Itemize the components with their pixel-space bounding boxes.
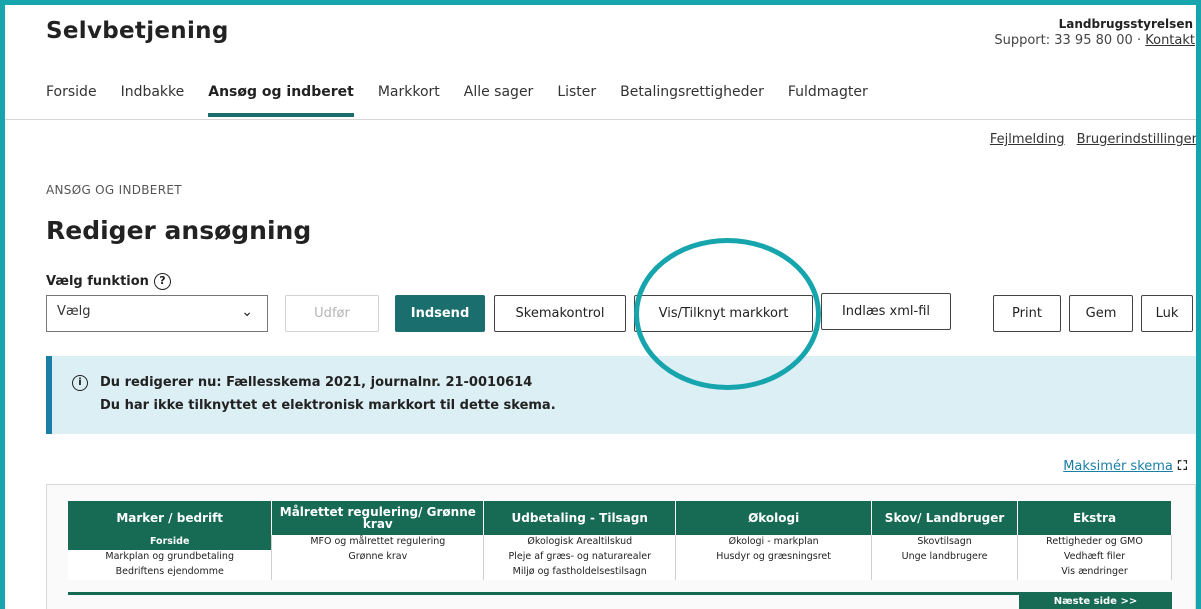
function-select-value: Vælg bbox=[57, 304, 91, 319]
info-editing-text: Du redigerer nu: Fællesskema 2021, journ… bbox=[100, 375, 533, 390]
main-nav: Forside Indbakke Ansøg og indberet Markk… bbox=[46, 84, 892, 118]
close-button[interactable]: Luk bbox=[1141, 295, 1193, 332]
schema-link-rettigheder[interactable]: Rettigheder og GMO bbox=[1018, 535, 1171, 550]
function-label-text: Vælg funktion bbox=[46, 274, 149, 289]
page-title: Rediger ansøgning bbox=[46, 216, 312, 245]
load-xml-button[interactable]: Indlæs xml-fil bbox=[821, 293, 951, 330]
map-link-button[interactable]: Vis/Tilknyt markkort bbox=[634, 295, 813, 332]
schema-col-header-oekologi: Økologi bbox=[675, 501, 873, 535]
function-label: Vælg funktion ? bbox=[46, 273, 171, 290]
schema-link-markplan[interactable]: Markplan og grundbetaling bbox=[68, 550, 271, 565]
nav-item-fuldmagter[interactable]: Fuldmagter bbox=[788, 84, 868, 118]
schema-link-husdyr[interactable]: Husdyr og græsningsret bbox=[676, 550, 871, 565]
breadcrumb: ANSØG OG INDBERET bbox=[46, 183, 182, 197]
schema-col-regulering: MFO og målrettet regulering Grønne krav bbox=[271, 535, 485, 580]
maximize-schema-link[interactable]: Maksimér skema ⛶ bbox=[1063, 459, 1187, 474]
schema-link-oekologi-markplan[interactable]: Økologi - markplan bbox=[676, 535, 871, 550]
execute-button[interactable]: Udfør bbox=[285, 295, 379, 332]
schema-col-marker: Forside Markplan og grundbetaling Bedrif… bbox=[68, 535, 273, 580]
maximize-schema-text: Maksimér skema bbox=[1063, 459, 1173, 474]
nav-item-lister[interactable]: Lister bbox=[557, 84, 596, 118]
next-page-button[interactable]: Næste side >> bbox=[1019, 595, 1172, 609]
error-report-link[interactable]: Fejlmelding bbox=[990, 132, 1065, 147]
schema-link-unge-landbrugere[interactable]: Unge landbrugere bbox=[872, 550, 1017, 565]
schema-link-vedhaeft[interactable]: Vedhæft filer bbox=[1018, 550, 1171, 565]
highlight-frame-right bbox=[1196, 0, 1201, 609]
schema-col-header-regulering: Målrettet regulering/ Grønne krav bbox=[271, 501, 485, 535]
info-banner: i Du redigerer nu: Fællesskema 2021, jou… bbox=[46, 356, 1196, 434]
schema-link-oekologisk-arealtilskud[interactable]: Økologisk Arealtilskud bbox=[484, 535, 675, 550]
save-button[interactable]: Gem bbox=[1069, 295, 1133, 332]
nav-item-markkort[interactable]: Markkort bbox=[378, 84, 440, 118]
schema-link-pleje[interactable]: Pleje af græs- og naturarealer bbox=[484, 550, 675, 565]
schema-col-skov: Skovtilsagn Unge landbrugere bbox=[871, 535, 1019, 580]
agency-name: Landbrugsstyrelsen bbox=[1058, 17, 1193, 31]
schema-check-button[interactable]: Skemakontrol bbox=[494, 295, 626, 332]
schema-col-ekstra: Rettigheder og GMO Vedhæft filer Vis ænd… bbox=[1017, 535, 1172, 580]
schema-col-oekologi: Økologi - markplan Husdyr og græsningsre… bbox=[675, 535, 873, 580]
submit-button[interactable]: Indsend bbox=[395, 295, 485, 332]
help-icon[interactable]: ? bbox=[153, 273, 171, 290]
support-info: Support: 33 95 80 00 · Kontakt bbox=[994, 33, 1195, 48]
schema-link-ejendomme[interactable]: Bedriftens ejendomme bbox=[68, 565, 271, 580]
app-title: Selvbetjening bbox=[46, 18, 229, 44]
schema-col-header-udbetaling: Udbetaling - Tilsagn bbox=[483, 501, 677, 535]
schema-link-vis-aendringer[interactable]: Vis ændringer bbox=[1018, 565, 1171, 580]
schema-col-udbetaling: Økologisk Arealtilskud Pleje af græs- og… bbox=[483, 535, 677, 580]
schema-link-miljoe[interactable]: Miljø og fastholdelsestilsagn bbox=[484, 565, 675, 580]
schema-col-header-marker: Marker / bedrift bbox=[68, 501, 273, 535]
chevron-down-icon: ⌄ bbox=[241, 304, 253, 320]
nav-divider bbox=[5, 119, 1196, 120]
nav-item-indbakke[interactable]: Indbakke bbox=[121, 84, 185, 118]
nav-item-betalingsrettigheder[interactable]: Betalingsrettigheder bbox=[620, 84, 764, 118]
support-text: Support: 33 95 80 00 · bbox=[994, 33, 1146, 48]
schema-bottom-bar bbox=[68, 592, 1172, 595]
schema-link-mfo[interactable]: MFO og målrettet regulering bbox=[272, 535, 483, 550]
function-select[interactable]: Vælg ⌄ bbox=[46, 295, 268, 332]
print-button[interactable]: Print bbox=[993, 295, 1061, 332]
contact-link[interactable]: Kontakt bbox=[1145, 33, 1195, 48]
schema-link-forside[interactable]: Forside bbox=[68, 535, 272, 550]
nav-item-alle-sager[interactable]: Alle sager bbox=[464, 84, 534, 118]
user-settings-link[interactable]: Brugerindstillinger bbox=[1077, 132, 1197, 147]
schema-col-header-ekstra: Ekstra bbox=[1017, 501, 1172, 535]
utility-links: Fejlmelding Brugerindstillinger bbox=[982, 132, 1197, 147]
schema-link-skovtilsagn[interactable]: Skovtilsagn bbox=[872, 535, 1017, 550]
info-icon: i bbox=[72, 375, 88, 391]
info-map-text: Du har ikke tilknyttet et elektronisk ma… bbox=[100, 398, 556, 413]
schema-link-groenne-krav[interactable]: Grønne krav bbox=[272, 550, 483, 565]
nav-item-ansoeg-og-indberet[interactable]: Ansøg og indberet bbox=[208, 84, 354, 118]
nav-item-forside[interactable]: Forside bbox=[46, 84, 97, 118]
schema-nav-table: Marker / bedrift Målrettet regulering/ G… bbox=[68, 501, 1172, 580]
schema-col-header-skov: Skov/ Landbruger bbox=[871, 501, 1019, 535]
expand-icon: ⛶ bbox=[1177, 459, 1187, 474]
